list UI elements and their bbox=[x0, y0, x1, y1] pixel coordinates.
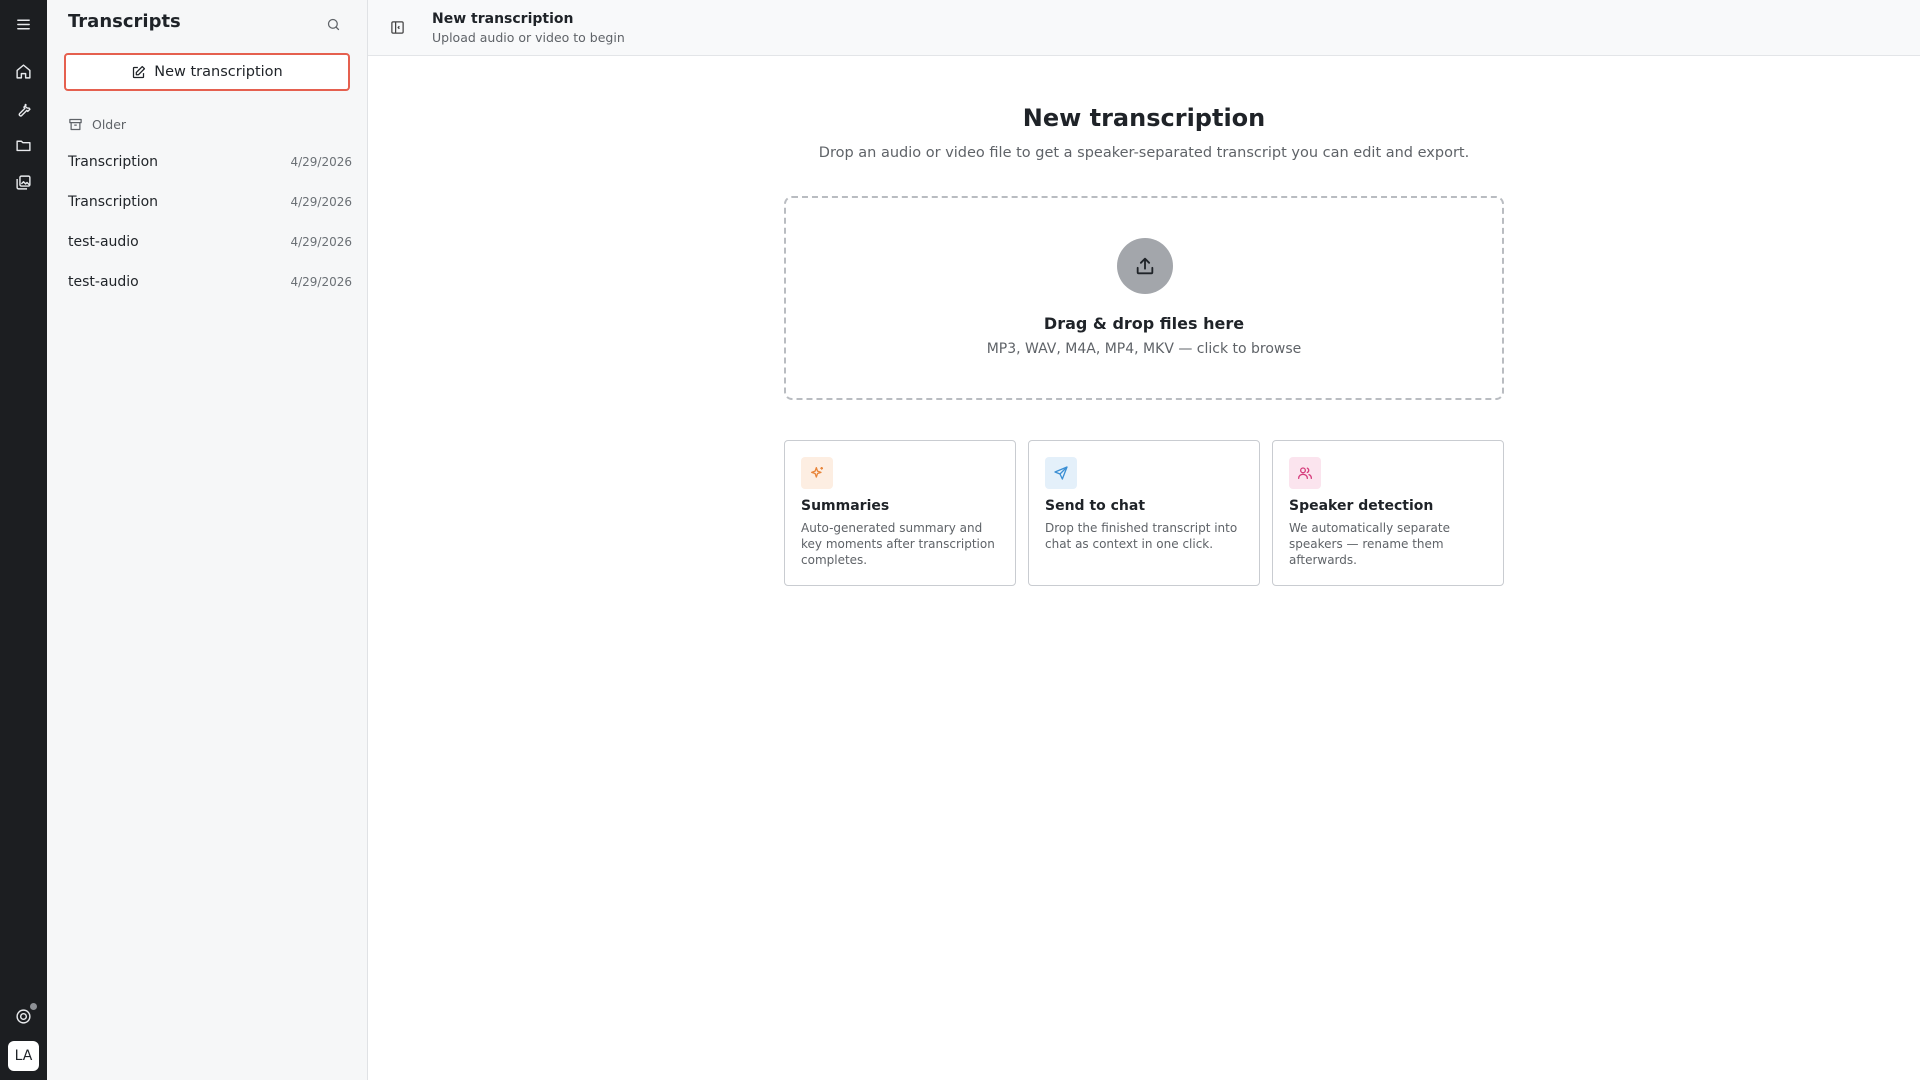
tools-icon[interactable] bbox=[11, 96, 35, 120]
transcript-name: test-audio bbox=[68, 274, 139, 290]
transcripts-sidebar: Transcripts New transcription Older Tran… bbox=[47, 0, 368, 1080]
feature-title: Summaries bbox=[801, 498, 890, 514]
transcript-list-item[interactable]: test-audio 4/29/2026 bbox=[68, 227, 352, 257]
transcript-date: 4/29/2026 bbox=[290, 235, 352, 249]
new-transcription-button[interactable]: New transcription bbox=[64, 53, 350, 91]
upload-icon bbox=[1117, 238, 1173, 294]
page-header: New transcription Upload audio or video … bbox=[368, 0, 1920, 56]
feature-title: Speaker detection bbox=[1289, 498, 1434, 514]
page-subtitle: Drop an audio or video file to get a spe… bbox=[818, 145, 1470, 161]
transcript-name: Transcription bbox=[68, 194, 159, 210]
header-subtitle: Upload audio or video to begin bbox=[432, 30, 625, 45]
sidebar-title: Transcripts bbox=[68, 11, 181, 32]
feature-card-summaries: Summaries Auto-generated summary and key… bbox=[784, 440, 1016, 586]
dropzone-title: Drag & drop files here bbox=[1043, 314, 1245, 333]
sparkles-icon bbox=[801, 457, 833, 489]
feature-description: We automatically separate speakers — ren… bbox=[1289, 521, 1450, 567]
home-icon[interactable] bbox=[11, 59, 35, 83]
transcript-list-item[interactable]: Transcription 4/29/2026 bbox=[68, 147, 352, 177]
dropzone-formats: MP3, WAV, M4A, MP4, MKV — click to brows… bbox=[986, 341, 1302, 357]
send-icon bbox=[1045, 457, 1077, 489]
users-icon bbox=[1289, 457, 1321, 489]
feature-card-speaker-detection: Speaker detection We automatically separ… bbox=[1272, 440, 1504, 586]
transcript-date: 4/29/2026 bbox=[290, 195, 352, 209]
search-icon[interactable] bbox=[323, 14, 343, 34]
gallery-icon[interactable] bbox=[11, 170, 35, 194]
archive-icon bbox=[69, 118, 82, 131]
new-transcription-label: New transcription bbox=[154, 64, 283, 80]
file-dropzone[interactable]: Drag & drop files here MP3, WAV, M4A, MP… bbox=[784, 196, 1504, 400]
feature-card-send-to-chat: Send to chat Drop the finished transcrip… bbox=[1028, 440, 1260, 586]
header-title: New transcription bbox=[432, 11, 574, 27]
edit-icon bbox=[133, 65, 146, 78]
avatar[interactable]: LA bbox=[8, 1041, 39, 1071]
transcript-list-item[interactable]: test-audio 4/29/2026 bbox=[68, 267, 352, 297]
icon-rail: LA bbox=[0, 0, 47, 1080]
menu-icon[interactable] bbox=[11, 12, 35, 36]
page-title: New transcription bbox=[1022, 104, 1266, 132]
folder-icon[interactable] bbox=[11, 133, 35, 157]
transcript-date: 4/29/2026 bbox=[290, 275, 352, 289]
transcript-list-item[interactable]: Transcription 4/29/2026 bbox=[68, 187, 352, 217]
group-label-older: Older bbox=[68, 117, 126, 132]
sidebar-toggle-icon[interactable] bbox=[387, 17, 407, 37]
transcript-name: test-audio bbox=[68, 234, 139, 250]
feature-description: Drop the finished transcript into chat a… bbox=[1045, 521, 1238, 551]
feature-description: Auto-generated summary and key moments a… bbox=[801, 521, 995, 567]
feature-title: Send to chat bbox=[1045, 498, 1146, 514]
transcript-date: 4/29/2026 bbox=[290, 155, 352, 169]
notification-dot bbox=[30, 1003, 37, 1010]
transcript-name: Transcription bbox=[68, 154, 159, 170]
